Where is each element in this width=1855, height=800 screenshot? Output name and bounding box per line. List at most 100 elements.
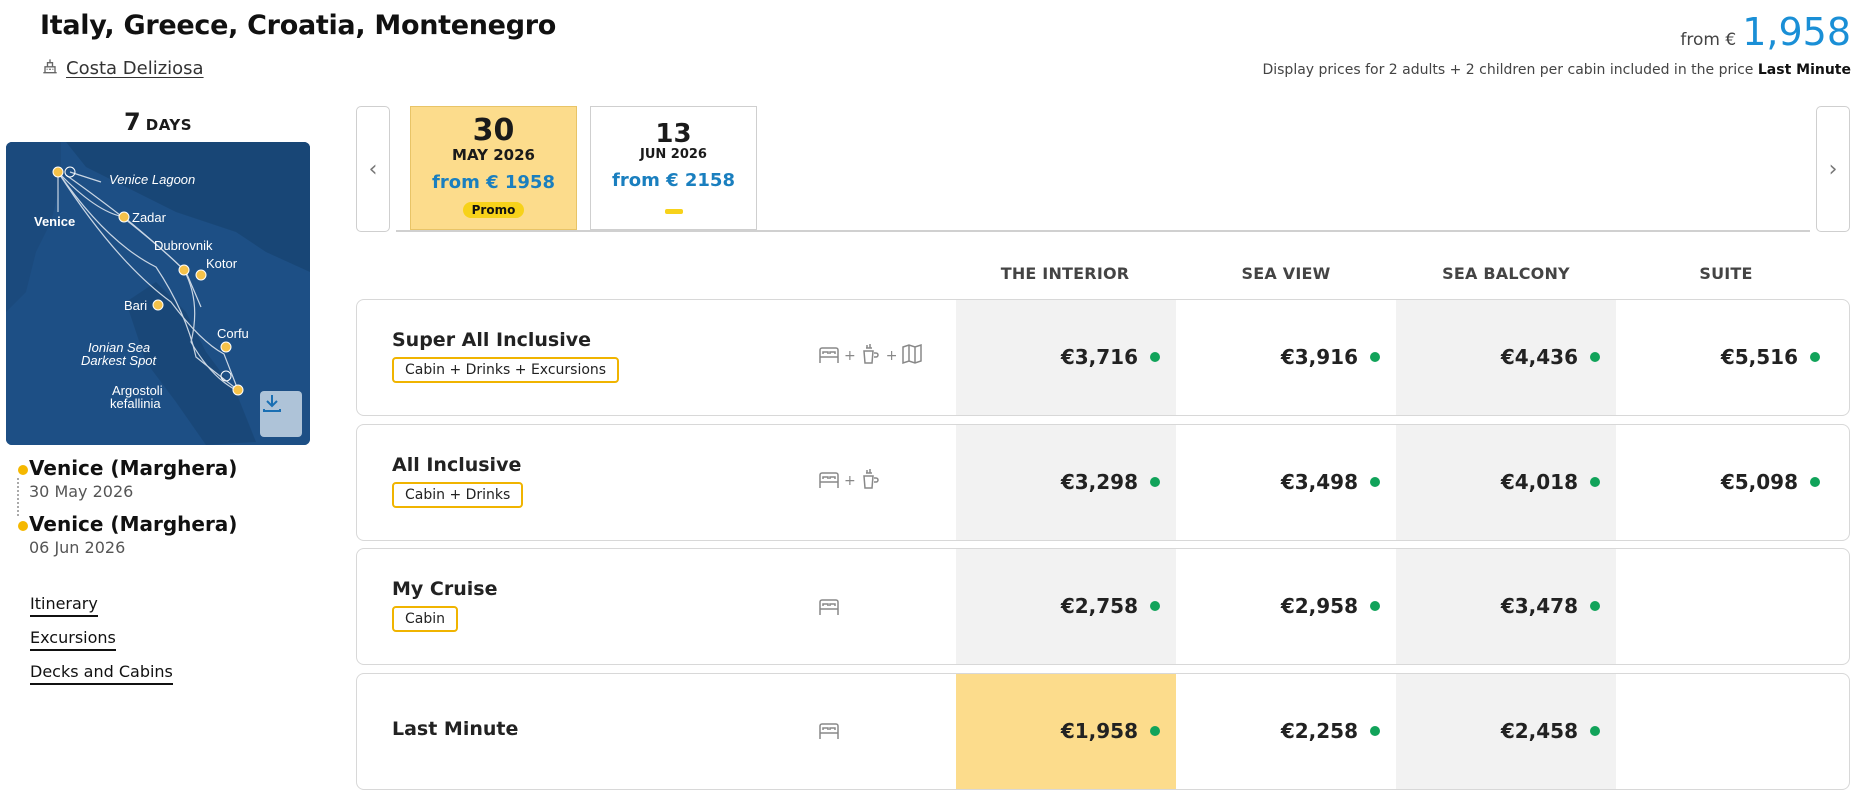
- fare-row-all-inclusive: All Inclusive Cabin + Drinks + €3,298 €3…: [356, 424, 1850, 541]
- price-note-bold: Last Minute: [1757, 62, 1851, 78]
- price-value: €3,478: [1500, 594, 1578, 618]
- next-dates-button[interactable]: ›: [1816, 106, 1850, 232]
- price-value: €5,098: [1720, 470, 1798, 494]
- duration: 7 DAYS: [6, 108, 310, 136]
- date-price: from € 2158: [612, 170, 735, 191]
- map-label-darkest: Darkest Spot: [81, 353, 158, 368]
- price-sea-balcony[interactable]: €4,436: [1450, 345, 1600, 369]
- fare-name: Last Minute: [392, 718, 519, 740]
- price-interior[interactable]: €2,758: [1010, 594, 1160, 618]
- available-dot: [1590, 477, 1600, 487]
- itinerary-link[interactable]: Itinerary: [30, 594, 98, 617]
- bed-icon: [817, 718, 841, 746]
- price-summary: from € 1,958: [1680, 10, 1851, 54]
- departure-dot: [18, 465, 28, 475]
- ship-name[interactable]: Costa Deliziosa: [66, 58, 204, 79]
- cruise-title: Italy, Greece, Croatia, Montenegro: [40, 10, 556, 41]
- bed-icon: [817, 467, 841, 495]
- fare-row-last-minute: Last Minute €1,958 €2,258 €2,458: [356, 673, 1850, 790]
- available-dot: [1150, 477, 1160, 487]
- fare-tag: Cabin: [392, 606, 459, 632]
- price-sea-view[interactable]: €2,258: [1230, 719, 1380, 743]
- map-label-lagoon: Venice Lagoon: [109, 172, 195, 187]
- available-dot: [1370, 726, 1380, 736]
- itinerary-map[interactable]: Venice Lagoon Venice Zadar Dubrovnik Kot…: [6, 142, 310, 445]
- available-dot: [1590, 726, 1600, 736]
- drink-icon: [859, 467, 883, 495]
- fare-icons: [817, 594, 841, 622]
- map-label-zadar: Zadar: [132, 210, 167, 225]
- date-month: MAY 2026: [452, 146, 535, 164]
- price-from-label: from €: [1680, 30, 1737, 50]
- price-sea-balcony[interactable]: €3,478: [1450, 594, 1600, 618]
- date-selector: ‹ 30 MAY 2026 from € 1958 Promo 13 JUN 2…: [356, 106, 1850, 232]
- price-interior[interactable]: €3,298: [1010, 470, 1160, 494]
- fare-icons: +: [817, 467, 883, 495]
- promo-badge: Promo: [462, 202, 525, 218]
- map-label-bari: Bari: [124, 298, 147, 313]
- available-dot: [1150, 726, 1160, 736]
- ship-icon: [40, 56, 60, 81]
- col-head-sea-view: SEA VIEW: [1241, 264, 1331, 283]
- available-dot: [1590, 352, 1600, 362]
- fare-row-super-all-inclusive: Super All Inclusive Cabin + Drinks + Exc…: [356, 299, 1850, 416]
- date-baseline: [396, 230, 1810, 232]
- available-dot: [1150, 352, 1160, 362]
- available-dot: [1150, 601, 1160, 611]
- available-dot: [1590, 601, 1600, 611]
- map-icon: [900, 342, 924, 370]
- date-month: JUN 2026: [640, 147, 707, 162]
- price-from-amount: 1,958: [1742, 10, 1851, 54]
- price-sea-view[interactable]: €3,498: [1230, 470, 1380, 494]
- arrival-dot: [18, 521, 28, 531]
- available-dot: [1370, 477, 1380, 487]
- map-label-dubrovnik: Dubrovnik: [154, 238, 213, 253]
- date-card-may[interactable]: 30 MAY 2026 from € 1958 Promo: [410, 106, 577, 230]
- plus-sign: +: [844, 473, 856, 489]
- download-map-button[interactable]: [260, 391, 302, 437]
- price-value: €4,436: [1500, 345, 1578, 369]
- price-sea-balcony[interactable]: €2,458: [1450, 719, 1600, 743]
- fare-tag: Cabin + Drinks: [392, 482, 524, 508]
- plus-sign: +: [844, 348, 856, 364]
- available-dot: [1810, 352, 1820, 362]
- date-card-jun[interactable]: 13 JUN 2026 from € 2158: [590, 106, 757, 230]
- fare-name: My Cruise: [392, 578, 498, 600]
- ship-link[interactable]: Costa Deliziosa: [40, 56, 204, 81]
- price-note: Display prices for 2 adults + 2 children…: [1262, 62, 1851, 78]
- days-label: DAYS: [145, 116, 193, 134]
- price-sea-view[interactable]: €2,958: [1230, 594, 1380, 618]
- map-label-venice: Venice: [34, 214, 75, 229]
- excursions-link[interactable]: Excursions: [30, 628, 116, 651]
- date-day: 30: [472, 113, 515, 148]
- price-sea-view[interactable]: €3,916: [1230, 345, 1380, 369]
- price-value: €2,458: [1500, 719, 1578, 743]
- days-number: 7: [123, 108, 141, 136]
- map-label-corfu: Corfu: [217, 326, 249, 341]
- price-interior[interactable]: €3,716: [1010, 345, 1160, 369]
- prev-dates-button[interactable]: ‹: [356, 106, 390, 232]
- available-dot: [1370, 352, 1380, 362]
- date-day: 13: [655, 119, 692, 149]
- drink-icon: [859, 342, 883, 370]
- decks-cabins-link[interactable]: Decks and Cabins: [30, 662, 173, 685]
- departure-port-name: Venice (Marghera): [29, 456, 238, 480]
- price-value: €1,958: [1060, 719, 1138, 743]
- date-price: from € 1958: [432, 172, 555, 193]
- price-sea-balcony[interactable]: €4,018: [1450, 470, 1600, 494]
- price-value: €3,298: [1060, 470, 1138, 494]
- price-note-text: Display prices for 2 adults + 2 children…: [1262, 62, 1754, 78]
- price-value: €2,258: [1280, 719, 1358, 743]
- plus-sign: +: [885, 348, 898, 364]
- fare-icons: + +: [817, 342, 924, 370]
- price-value: €3,498: [1280, 470, 1358, 494]
- price-value: €3,716: [1060, 345, 1138, 369]
- fare-name: Super All Inclusive: [392, 329, 592, 351]
- col-head-suite: SUITE: [1699, 264, 1753, 283]
- map-label-kotor: Kotor: [206, 256, 238, 271]
- price-value: €4,018: [1500, 470, 1578, 494]
- price-interior[interactable]: €1,958: [1010, 719, 1160, 743]
- price-value: €5,516: [1720, 345, 1798, 369]
- price-suite[interactable]: €5,098: [1670, 470, 1820, 494]
- price-suite[interactable]: €5,516: [1670, 345, 1820, 369]
